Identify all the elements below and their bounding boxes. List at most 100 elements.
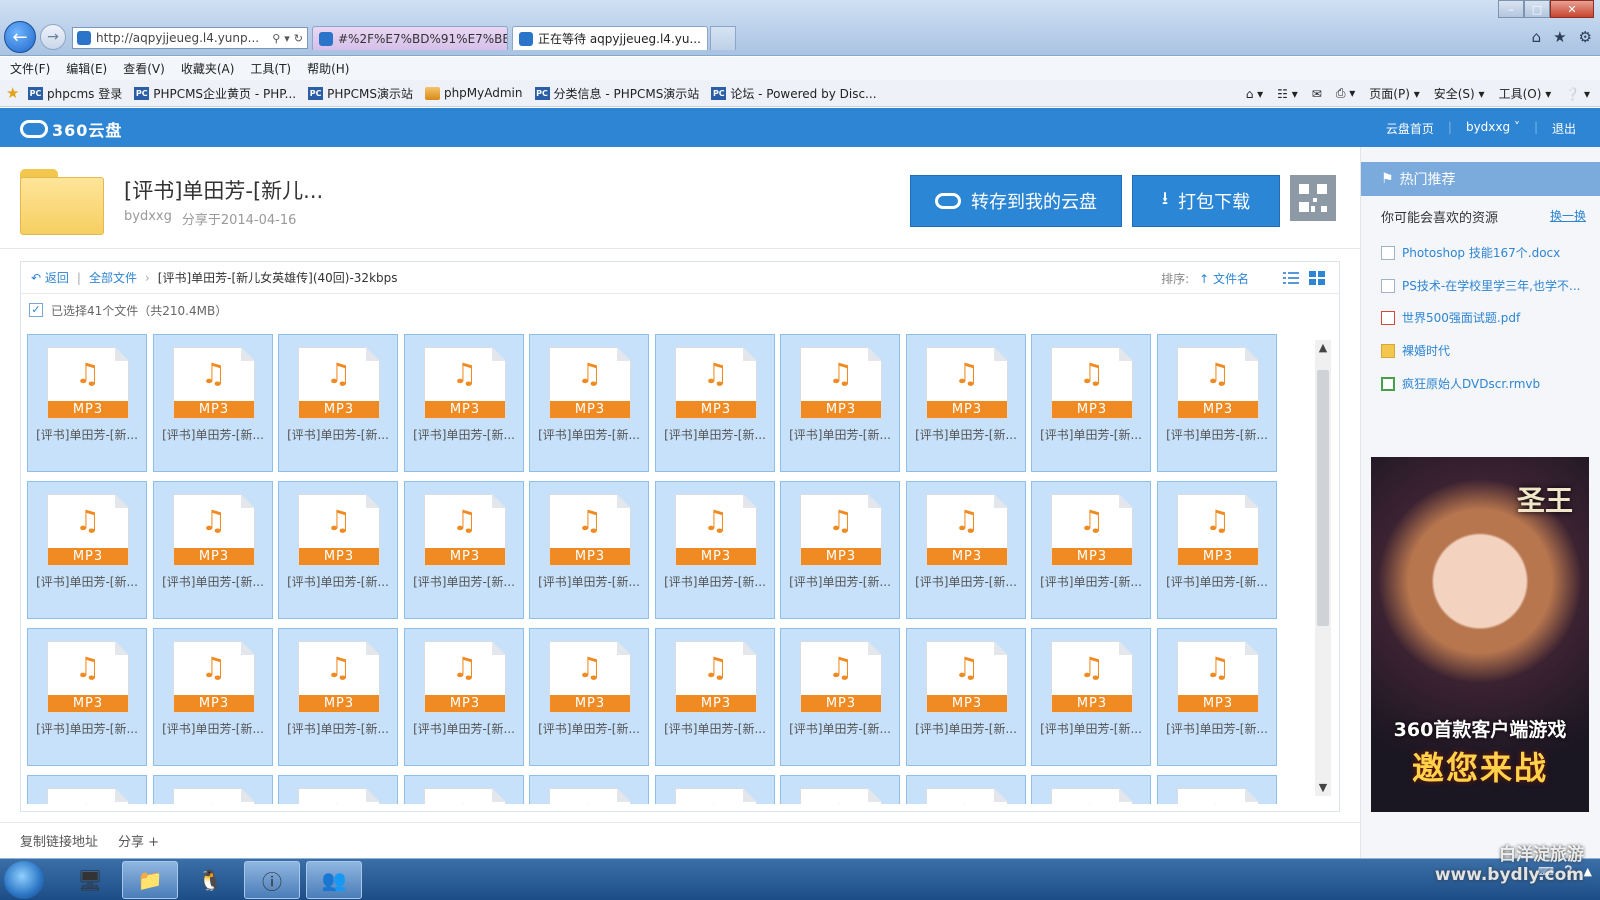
menu-view[interactable]: 查看(V) [123,60,165,77]
file-tile[interactable]: ♫MP3[评书]单田芳-[新... [906,775,1026,804]
file-tile[interactable]: ♫MP3[评书]单田芳-[新... [1031,334,1151,472]
file-tile[interactable]: ♫MP3[评书]单田芳-[新... [780,481,900,619]
file-tile[interactable]: ♫MP3[评书]单田芳-[新... [278,628,398,766]
file-tile[interactable]: ♫MP3[评书]单田芳-[新... [404,481,524,619]
taskbar-qq-icon[interactable]: 🐧 [182,861,238,899]
recommend-item[interactable]: Photoshop 技能167个.docx [1381,244,1591,261]
gear-icon[interactable]: ⚙ [1579,28,1592,46]
file-tile[interactable]: ♫MP3[评书]单田芳-[新... [655,628,775,766]
select-all-checkbox[interactable]: ✓ [29,303,43,317]
file-tile[interactable]: ♫MP3[评书]单田芳-[新... [27,481,147,619]
qr-code-button[interactable] [1290,175,1336,221]
logo[interactable]: 360云盘 [20,117,122,141]
back-button[interactable]: ← [4,21,36,53]
favorite-item[interactable]: PC PHPCMS企业黄页 - PHP... [134,85,296,102]
favorite-item[interactable]: PC 分类信息 - PHPCMS演示站 [534,85,699,102]
file-tile[interactable]: ♫MP3[评书]单田芳-[新... [906,334,1026,472]
game-ad-banner[interactable]: 圣王 360首款客户端游戏 邀您来战 [1371,457,1589,812]
share-owner[interactable]: bydxxg [124,209,172,228]
file-tile[interactable]: ♫MP3[评书]单田芳-[新... [906,628,1026,766]
favorite-item[interactable]: PC 论坛 - Powered by Disc... [711,85,877,102]
copy-link-button[interactable]: 复制链接地址 [20,831,98,850]
file-tile[interactable]: ♫MP3[评书]单田芳-[新... [655,481,775,619]
taskbar-ie-icon[interactable]: ⓘ [244,861,300,899]
file-tile[interactable]: ♫MP3[评书]单田芳-[新... [780,775,900,804]
new-tab-button[interactable] [710,26,736,50]
list-view-icon[interactable] [1283,271,1299,285]
forward-button[interactable]: → [40,24,66,50]
user-menu[interactable]: bydxxg ˅ [1466,120,1520,137]
file-tile[interactable]: ♫MP3[评书]单田芳-[新... [1157,481,1277,619]
file-tile[interactable]: ♫MP3[评书]单田芳-[新... [780,334,900,472]
scrollbar[interactable]: ▲ ▼ [1315,340,1331,796]
taskbar-computer-icon[interactable]: 🖥 [62,861,118,899]
print-icon[interactable]: ⎙ ▾ [1336,86,1355,101]
home-icon[interactable]: ⌂ [1532,28,1542,46]
favorite-item[interactable]: PC PHPCMS演示站 [308,85,413,102]
favorites-star-icon[interactable]: ★ [6,85,22,101]
file-tile[interactable]: ♫MP3[评书]单田芳-[新... [153,628,273,766]
file-tile[interactable]: ♫MP3[评书]单田芳-[新... [27,775,147,804]
menu-favorites[interactable]: 收藏夹(A) [181,60,235,77]
file-tile[interactable]: ♫MP3[评书]单田芳-[新... [27,628,147,766]
favorites-star-icon[interactable]: ★ [1553,28,1566,46]
file-tile[interactable]: ♫MP3[评书]单田芳-[新... [404,628,524,766]
menu-file[interactable]: 文件(F) [10,60,50,77]
file-tile[interactable]: ♫MP3[评书]单田芳-[新... [404,334,524,472]
refresh-link[interactable]: 换一换 [1550,207,1586,226]
nav-home-link[interactable]: 云盘首页 [1386,120,1434,137]
menu-help[interactable]: 帮助(H) [307,60,349,77]
file-tile[interactable]: ♫MP3[评书]单田芳-[新... [278,481,398,619]
all-files-link[interactable]: 全部文件 [89,269,137,286]
scroll-down-icon[interactable]: ▼ [1315,780,1331,796]
share-button[interactable]: 分享 + [118,831,159,850]
recommend-item[interactable]: 疯狂原始人DVDscr.rmvb [1381,375,1591,392]
browser-tab-1[interactable]: #%2F%E7%BD%91%E7%BB... [312,26,508,50]
menu-tools-cmd[interactable]: 工具(O) ▾ [1499,85,1552,102]
mail-icon[interactable]: ✉ [1312,87,1322,101]
file-tile[interactable]: ♫MP3[评书]单田芳-[新... [529,628,649,766]
taskbar-explorer-icon[interactable]: 📁 [122,861,178,899]
home-icon[interactable]: ⌂ ▾ [1246,87,1263,101]
favorite-item[interactable]: PC phpcms 登录 [28,85,122,102]
menu-safety[interactable]: 安全(S) ▾ [1434,85,1485,102]
file-tile[interactable]: ♫MP3[评书]单田芳-[新... [1031,775,1151,804]
refresh-icon[interactable]: ↻ [294,32,303,45]
recommend-item[interactable]: 裸婚时代 [1381,342,1591,359]
menu-tools[interactable]: 工具(T) [250,60,291,77]
file-tile[interactable]: ♫MP3[评书]单田芳-[新... [655,334,775,472]
file-tile[interactable]: ♫MP3[评书]单田芳-[新... [529,334,649,472]
help-icon[interactable]: ❔ ▾ [1565,87,1590,101]
file-tile[interactable]: ♫MP3[评书]单田芳-[新... [278,334,398,472]
scroll-up-icon[interactable]: ▲ [1315,340,1331,356]
menu-page[interactable]: 页面(P) ▾ [1369,85,1419,102]
close-window-button[interactable]: ✕ [1550,0,1594,18]
sort-by-name[interactable]: ↑ 文件名 [1199,270,1249,287]
minimize-button[interactable]: – [1498,0,1524,18]
file-tile[interactable]: ♫MP3[评书]单田芳-[新... [906,481,1026,619]
file-tile[interactable]: ♫MP3[评书]单田芳-[新... [153,481,273,619]
download-all-button[interactable]: ⭳ 打包下载 [1132,175,1280,227]
file-tile[interactable]: ♫MP3[评书]单田芳-[新... [153,775,273,804]
recommend-item[interactable]: 世界500强面试题.pdf [1381,309,1591,326]
file-tile[interactable]: ♫MP3[评书]单田芳-[新... [780,628,900,766]
file-tile[interactable]: ♫MP3[评书]单田芳-[新... [1157,628,1277,766]
taskbar-users-icon[interactable]: 👥 [306,861,362,899]
start-button[interactable] [4,861,44,899]
file-tile[interactable]: ♫MP3[评书]单田芳-[新... [153,334,273,472]
favorite-item[interactable]: phpMyAdmin [424,86,523,100]
file-tile[interactable]: ♫MP3[评书]单田芳-[新... [27,334,147,472]
file-tile[interactable]: ♫MP3[评书]单田芳-[新... [529,775,649,804]
logout-link[interactable]: 退出 [1552,120,1576,137]
address-bar[interactable]: http://aqpyjjeueg.l4.yunp... ⚲ ▾ ↻ [72,27,308,49]
scroll-thumb[interactable] [1317,370,1329,626]
close-tab-icon[interactable]: ✕ [706,32,707,46]
network-icon[interactable]: ▲ [1584,865,1592,878]
file-tile[interactable]: ♫MP3[评书]单田芳-[新... [655,775,775,804]
file-tile[interactable]: ♫MP3[评书]单田芳-[新... [1031,628,1151,766]
file-tile[interactable]: ♫MP3[评书]单田芳-[新... [1031,481,1151,619]
dropdown-icon[interactable]: ▾ [284,32,290,45]
recommend-item[interactable]: PS技术-在学校里学三年,也学不... [1381,277,1591,294]
menu-edit[interactable]: 编辑(E) [66,60,107,77]
file-tile[interactable]: ♫MP3[评书]单田芳-[新... [278,775,398,804]
